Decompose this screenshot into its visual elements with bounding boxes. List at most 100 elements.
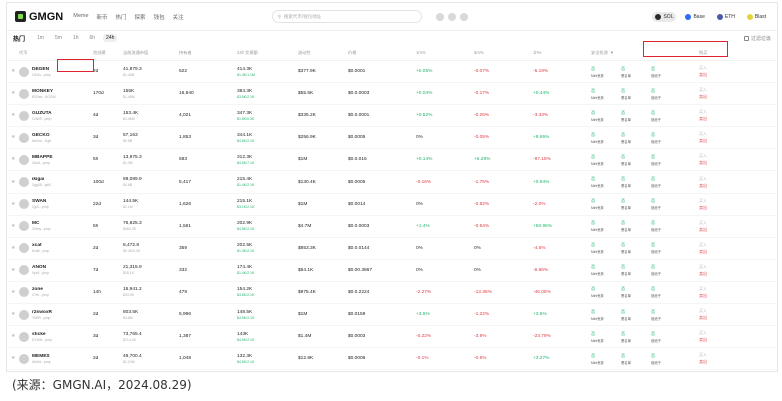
star-icon[interactable]: ★ xyxy=(7,69,19,74)
token-cell[interactable]: ANON 9yz4...pmp xyxy=(19,265,93,276)
header-price[interactable]: 价格 xyxy=(348,50,416,56)
star-icon[interactable]: ★ xyxy=(7,202,19,207)
buy-label[interactable]: 买入 xyxy=(699,308,739,314)
token-cell[interactable]: MBAPPE 2kw4...pmp xyxy=(19,154,93,165)
table-row[interactable]: ★ MC 2Hmy...pmp 5h 76,825.3 $460.3K 1,561 202.9… xyxy=(7,216,777,238)
token-cell[interactable]: ikigai 2gg38...gbS xyxy=(19,177,93,188)
token-cell[interactable]: MEMES Akhfd...pmp xyxy=(19,353,93,364)
buy-cell[interactable]: 买入 卖出 xyxy=(699,220,739,233)
header-change-1h[interactable]: 1h% xyxy=(533,50,591,55)
buy-label[interactable]: 买入 xyxy=(699,286,739,292)
nav-follow[interactable]: 关注 xyxy=(173,13,184,21)
star-icon[interactable]: ★ xyxy=(7,290,19,295)
buy-label[interactable]: 买入 xyxy=(699,264,739,270)
sell-label[interactable]: 卖出 xyxy=(699,72,739,78)
buy-cell[interactable]: 买入 卖出 xyxy=(699,176,739,189)
header-liquidity[interactable]: 流动性 xyxy=(298,50,348,56)
star-icon[interactable]: ★ xyxy=(7,91,19,96)
token-cell[interactable]: MC 2Hmy...pmp xyxy=(19,221,93,232)
header-cap[interactable]: 当前流通市值 xyxy=(123,50,179,56)
buy-label[interactable]: 买入 xyxy=(699,65,739,71)
sell-label[interactable]: 卖出 xyxy=(699,160,739,166)
star-icon[interactable]: ★ xyxy=(7,224,19,229)
star-icon[interactable]: ★ xyxy=(7,246,19,251)
token-cell[interactable]: GECKO 6wGm...Kgif xyxy=(19,132,93,143)
table-row[interactable]: ★ GUZUTA CdWP...pmp 4d 153.4K $1.46M 4,021 347.… xyxy=(7,105,777,128)
sell-label[interactable]: 卖出 xyxy=(699,138,739,144)
table-row[interactable]: ★ zone 4Trh...pmp 14h 16,941.2 $33.9K 479 154.2… xyxy=(7,282,777,305)
chain-base[interactable]: Base xyxy=(682,12,707,22)
star-icon[interactable]: ★ xyxy=(7,312,19,317)
buy-label[interactable]: 买入 xyxy=(699,153,739,159)
token-cell[interactable]: SWAN 2jpX...pmp xyxy=(19,199,93,210)
nav-explore[interactable]: 探索 xyxy=(135,13,146,21)
nav-meme[interactable]: Meme xyxy=(73,13,88,21)
token-cell[interactable]: sticke DYMH...pmp xyxy=(19,331,93,342)
search-input[interactable]: ⚲ 搜索代币/钱包地址 xyxy=(271,10,422,23)
timeframe-6h[interactable]: 6h xyxy=(86,34,98,42)
buy-cell[interactable]: 买入 卖出 xyxy=(699,198,739,211)
buy-cell[interactable]: 买入 卖出 xyxy=(699,330,739,343)
twitter-icon[interactable] xyxy=(459,12,468,21)
buy-label[interactable]: 买入 xyxy=(699,330,739,336)
sell-label[interactable]: 卖出 xyxy=(699,337,739,343)
buy-cell[interactable]: 买入 卖出 xyxy=(699,352,739,365)
sell-label[interactable]: 卖出 xyxy=(699,271,739,277)
nav-wallet[interactable]: 钱包 xyxy=(154,13,165,21)
sell-label[interactable]: 卖出 xyxy=(699,227,739,233)
buy-cell[interactable]: 买入 卖出 xyxy=(699,109,739,122)
timeframe-1m[interactable]: 1m xyxy=(34,34,47,42)
buy-label[interactable]: 买入 xyxy=(699,352,739,358)
table-row[interactable]: ★ xcat 8xa6...pmp 2d 8,472.8 $0.4K/0.2K 359 202… xyxy=(7,238,777,260)
sell-label[interactable]: 卖出 xyxy=(699,205,739,211)
buy-cell[interactable]: 买入 卖出 xyxy=(699,131,739,144)
header-change-5m[interactable]: 5m% xyxy=(474,50,533,55)
token-cell[interactable]: r2swoxR YMfR...pmp xyxy=(19,309,93,320)
sell-label[interactable]: 卖出 xyxy=(699,183,739,189)
star-icon[interactable]: ★ xyxy=(7,180,19,185)
timeframe-24h[interactable]: 24h xyxy=(103,34,118,42)
token-cell[interactable]: MONKEY B2Ses...9GGM xyxy=(19,88,93,99)
buy-label[interactable]: 买入 xyxy=(699,198,739,204)
buy-label[interactable]: 买入 xyxy=(699,109,739,115)
buy-label[interactable]: 买入 xyxy=(699,220,739,226)
buy-cell[interactable]: 买入 卖出 xyxy=(699,308,739,321)
header-token[interactable]: 代币 xyxy=(19,50,93,56)
buy-label[interactable]: 买入 xyxy=(699,87,739,93)
chain-blast[interactable]: Blast xyxy=(744,12,769,22)
buy-cell[interactable]: 买入 卖出 xyxy=(699,153,739,166)
header-age[interactable]: 池创建 xyxy=(93,50,123,56)
buy-cell[interactable]: 买入 卖出 xyxy=(699,242,739,255)
star-icon[interactable]: ★ xyxy=(7,268,19,273)
token-cell[interactable]: zone 4Trh...pmp xyxy=(19,287,93,298)
table-row[interactable]: ★ ANON 9yz4...pmp 7d 21,315.9 $15.1K 332 174.4K… xyxy=(7,260,777,282)
buy-label[interactable]: 买入 xyxy=(699,131,739,137)
buy-cell[interactable]: 买入 卖出 xyxy=(699,65,739,78)
table-row[interactable]: ★ MBAPPE 2kw4...pmp 5h 13,975.3 $1.3M 583 312.3… xyxy=(7,149,777,172)
timeframe-1h[interactable]: 1h xyxy=(70,34,82,42)
sell-label[interactable]: 卖出 xyxy=(699,293,739,299)
table-row[interactable]: ★ MONKEY B2Ses...9GGM 170d 155K $1.48M 16,940 3… xyxy=(7,83,777,106)
sell-label[interactable]: 卖出 xyxy=(699,116,739,122)
table-row[interactable]: ★ SWAN 2jpX...pmp 22d 144.5K $1.1M 1,626 215.1K… xyxy=(7,194,777,216)
table-row[interactable]: ★ ikigai 2gg38...gbS 100d 89,089.9 $4.6B 5,417… xyxy=(7,171,777,194)
buy-cell[interactable]: 买入 卖出 xyxy=(699,264,739,277)
table-row[interactable]: ★ sticke DYMH...pmp 3d 73,765.4 $714.4K 1,387 1… xyxy=(7,326,777,349)
chain-sol[interactable]: SOL xyxy=(652,11,677,22)
header-holders[interactable]: 持有者 xyxy=(179,50,237,56)
sell-label[interactable]: 卖出 xyxy=(699,359,739,365)
star-icon[interactable]: ★ xyxy=(7,135,19,140)
table-row[interactable]: ★ MEMES Akhfd...pmp 2d 49,700.4 $1.24M 1,048 13… xyxy=(7,348,777,371)
star-icon[interactable]: ★ xyxy=(7,334,19,339)
table-row[interactable]: ★ GECKO 6wGm...Kgif 3d 57,163 $0.5B 1,853 344.1… xyxy=(7,127,777,150)
token-cell[interactable]: GUZUTA CdWP...pmp xyxy=(19,110,93,121)
buy-label[interactable]: 买入 xyxy=(699,176,739,182)
header-volume[interactable]: 24h 交易额 xyxy=(237,50,298,56)
header-change-1m[interactable]: 1m% xyxy=(416,50,474,55)
table-row[interactable]: ★ r2swoxR YMfR...pmp 2d 803.5K $4.8M 5,996 148.… xyxy=(7,304,777,327)
nav-new[interactable]: 新币 xyxy=(97,13,108,21)
telegram-icon[interactable] xyxy=(447,12,456,21)
buy-cell[interactable]: 买入 卖出 xyxy=(699,286,739,299)
star-icon[interactable]: ★ xyxy=(7,113,19,118)
filter-toggle[interactable]: 过滤垃圾 xyxy=(743,35,771,42)
